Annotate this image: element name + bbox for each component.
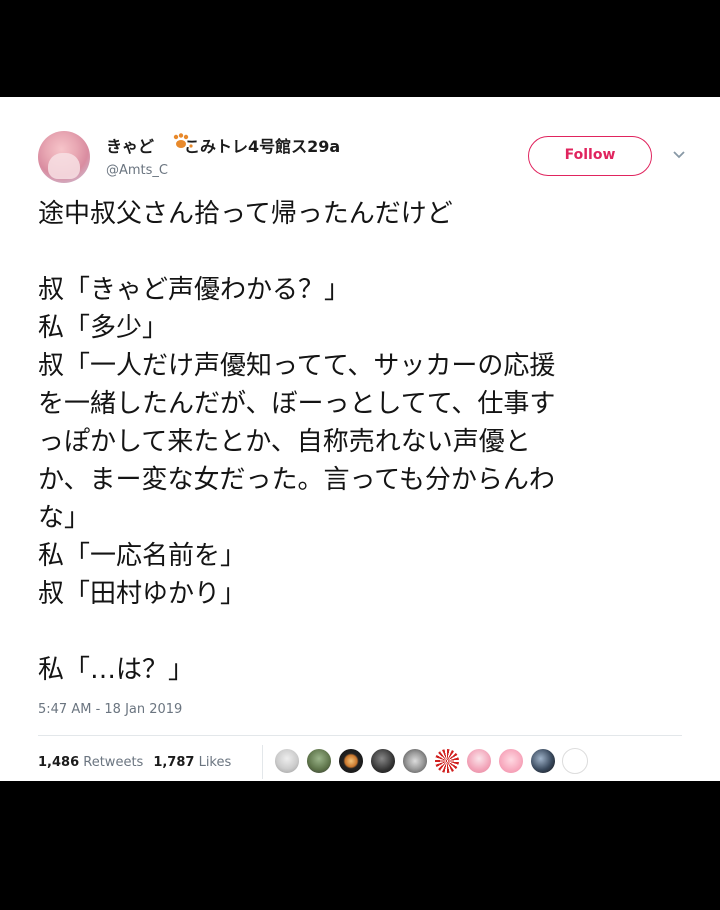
liker-avatar[interactable] xyxy=(306,748,332,774)
likes-count: 1,787 xyxy=(153,755,195,770)
tweet-line: 私「一応名前を」 xyxy=(38,541,247,571)
tweet-line: 途中叔父さん拾って帰ったんだけど xyxy=(38,199,453,229)
username[interactable]: @Amts_C xyxy=(106,163,168,178)
display-name-suffix: こみトレ4号館ス29a xyxy=(184,137,341,156)
chevron-down-icon[interactable] xyxy=(672,150,686,160)
timestamp[interactable]: 5:47 AM - 18 Jan 2019 xyxy=(38,702,182,717)
tweet-line: を一緒したんだが、ぼーっとしてて、仕事す xyxy=(38,389,556,419)
tweet-text: 途中叔父さん拾って帰ったんだけど 叔「きゃど声優わかる？」 私「多少」 叔「一人… xyxy=(38,195,698,689)
tweet-line xyxy=(38,613,698,651)
engagement-stats: 1,486 Retweets 1,787 Likes xyxy=(38,755,231,770)
liker-avatar[interactable] xyxy=(338,748,364,774)
liker-avatar[interactable] xyxy=(562,748,588,774)
liker-avatar[interactable] xyxy=(530,748,556,774)
likes-label: Likes xyxy=(198,755,232,770)
tweet-line: な」 xyxy=(38,503,91,533)
tweet-line: 叔「田村ゆかり」 xyxy=(38,579,247,609)
tweet-line: 叔「一人だけ声優知ってて、サッカーの応援 xyxy=(38,351,556,381)
follow-button[interactable]: Follow xyxy=(528,136,652,176)
user-avatar[interactable] xyxy=(38,131,90,183)
stats-separator xyxy=(262,745,263,779)
retweets-count: 1,486 xyxy=(38,755,80,770)
tweet-line: 私「…は？」 xyxy=(38,655,195,685)
paw-icon xyxy=(173,133,193,148)
tweet-line: っぽかして来たとか、自称売れない声優と xyxy=(38,427,531,457)
retweets-label: Retweets xyxy=(83,755,144,770)
tweet-line: 叔「きゃど声優わかる？」 xyxy=(38,275,351,305)
likes-stat[interactable]: 1,787 Likes xyxy=(153,755,231,770)
divider xyxy=(38,735,682,736)
tweet-line: 私「多少」 xyxy=(38,313,169,343)
liker-avatar[interactable] xyxy=(466,748,492,774)
tweet-line: か、まー変な女だった。言っても分からんわ xyxy=(38,465,555,495)
liker-avatar[interactable] xyxy=(498,748,524,774)
liker-avatar[interactable] xyxy=(402,748,428,774)
display-name[interactable]: きゃど こみトレ4号館ス29a xyxy=(106,133,340,157)
display-name-text: きゃど xyxy=(106,137,155,156)
liker-avatar[interactable] xyxy=(434,748,460,774)
retweets-stat[interactable]: 1,486 Retweets xyxy=(38,755,143,770)
tweet-line xyxy=(38,233,698,271)
liker-avatar[interactable] xyxy=(370,748,396,774)
liker-avatar[interactable] xyxy=(274,748,300,774)
